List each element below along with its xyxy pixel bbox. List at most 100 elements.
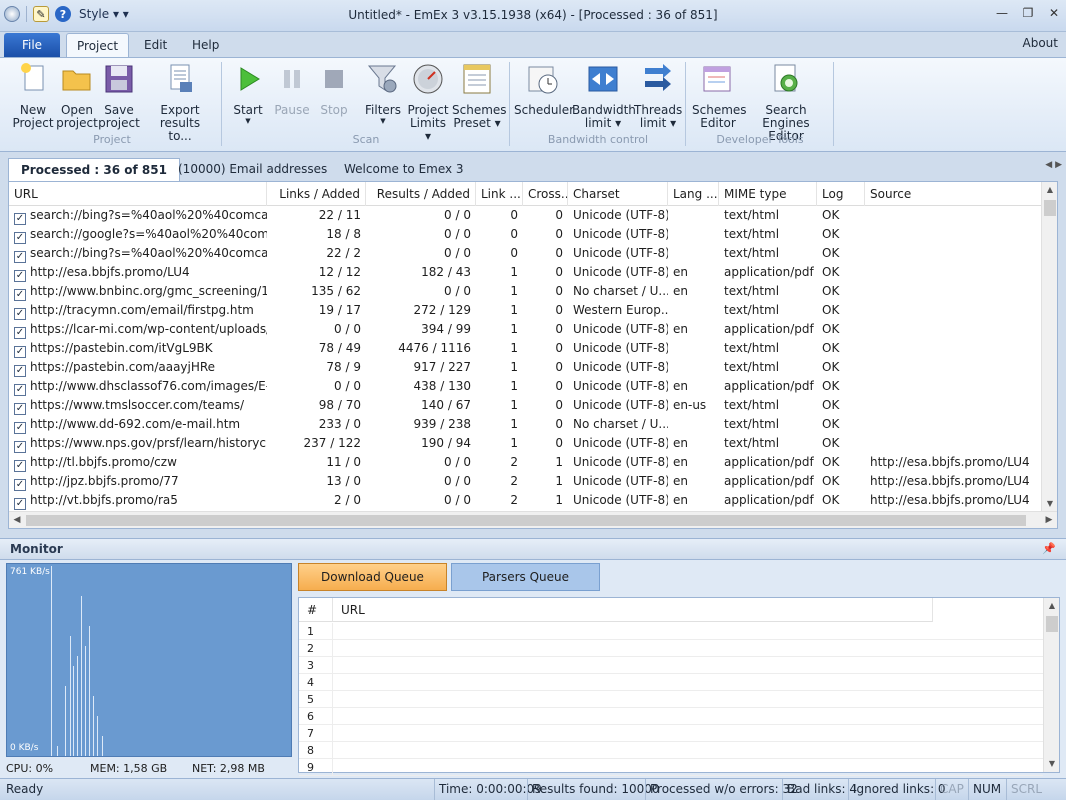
col-header-mime-type[interactable]: MIME type xyxy=(719,182,817,206)
row-checkbox[interactable]: ✓ xyxy=(14,422,26,434)
queue-row[interactable]: 5 xyxy=(299,691,1043,708)
tab-help[interactable]: Help xyxy=(182,33,229,58)
grid-horizontal-scrollbar[interactable]: ◀ ▶ xyxy=(9,511,1057,528)
maximize-button[interactable]: ❐ xyxy=(1020,6,1036,20)
pause-button[interactable]: Pause xyxy=(270,62,314,117)
tab-processed[interactable]: Processed : 36 of 851 xyxy=(8,158,180,181)
queue-row[interactable]: 4 xyxy=(299,674,1043,691)
scroll-down-icon[interactable]: ▼ xyxy=(1042,496,1058,512)
row-checkbox[interactable]: ✓ xyxy=(14,270,26,282)
queue-row[interactable]: 9 xyxy=(299,759,1043,776)
table-row[interactable]: ✓ http://vt.bbjfs.promo/ra5 2 / 0 0 / 0 2 1 Un… xyxy=(9,491,1043,510)
table-row[interactable]: ✓ search://bing?s=%40aol%20%40comcast... 2… xyxy=(9,206,1043,225)
close-button[interactable]: ✕ xyxy=(1046,6,1062,20)
tab-email-addresses[interactable]: (10000) Email addresses xyxy=(166,158,339,181)
tab-project[interactable]: Project xyxy=(66,33,130,58)
table-row[interactable]: ✓ https://lcar-mi.com/wp-content/uploads/… xyxy=(9,320,1043,339)
scroll-up-icon[interactable]: ▲ xyxy=(1044,598,1060,614)
table-row[interactable]: ✓ https://www.tmslsoccer.com/teams/98 / 7… xyxy=(9,396,1043,415)
table-row[interactable]: ✓ http://www.dhsclassof76.com/images/E-..… xyxy=(9,377,1043,396)
export-results-button[interactable]: Export results to... xyxy=(142,62,218,143)
scroll-thumb[interactable] xyxy=(1044,200,1056,216)
cell-cross: 0 xyxy=(555,341,563,355)
table-row[interactable]: ✓ http://esa.bbjfs.promo/LU4 12 / 12 182 / … xyxy=(9,263,1043,282)
tab-scroll-arrows[interactable]: ◀ ▶ xyxy=(1045,160,1062,170)
queue-row[interactable]: 6 xyxy=(299,708,1043,725)
pin-icon[interactable]: 📌 xyxy=(1042,542,1056,555)
queue-row[interactable]: 3 xyxy=(299,657,1043,674)
table-row[interactable]: ✓ http://www.dd-692.com/e-mail.htm 233 / 0… xyxy=(9,415,1043,434)
scheduler-button[interactable]: Scheduler xyxy=(514,62,574,117)
row-checkbox[interactable]: ✓ xyxy=(14,403,26,415)
col-header-cross[interactable]: Cross... xyxy=(523,182,568,206)
project-limits-button[interactable]: Project Limits ▾ xyxy=(406,62,450,143)
col-header-charset[interactable]: Charset xyxy=(568,182,668,206)
col-header-log[interactable]: Log xyxy=(817,182,865,206)
table-row[interactable]: ✓ http://www.bnbinc.org/gmc_screening/1..… xyxy=(9,282,1043,301)
cell-url: ✓ search://google?s=%40aol%20%40comca... xyxy=(9,225,267,244)
row-checkbox[interactable]: ✓ xyxy=(14,479,26,491)
col-header-results-added[interactable]: Results / Added xyxy=(366,182,476,206)
minimize-button[interactable]: — xyxy=(994,6,1010,20)
stop-button[interactable]: Stop xyxy=(312,62,356,117)
queue-row[interactable]: 1 xyxy=(299,623,1043,640)
open-project-button[interactable]: Open project xyxy=(56,62,98,130)
table-row[interactable]: ✓ search://google?s=%40aol%20%40comca... 1… xyxy=(9,225,1043,244)
queue-row[interactable]: 8 xyxy=(299,742,1043,759)
scroll-left-icon[interactable]: ◀ xyxy=(9,512,25,529)
threads-limit-button[interactable]: Threads limit ▾ xyxy=(634,62,682,130)
tab-edit[interactable]: Edit xyxy=(134,33,177,58)
table-row[interactable]: ✓ http://tl.bbjfs.promo/czw 11 / 0 0 / 0 2 1U… xyxy=(9,453,1043,472)
file-menu-button[interactable]: File xyxy=(4,33,60,57)
scroll-right-icon[interactable]: ▶ xyxy=(1041,512,1057,529)
filters-button[interactable]: Filters ▼ xyxy=(362,62,404,125)
grid-vertical-scrollbar[interactable]: ▲ ▼ xyxy=(1041,182,1057,512)
row-checkbox[interactable]: ✓ xyxy=(14,460,26,472)
col-header-source[interactable]: Source xyxy=(865,182,1043,206)
row-checkbox[interactable]: ✓ xyxy=(14,441,26,453)
ribbon-tabs: File Project Edit Help About xyxy=(0,32,1066,58)
row-checkbox[interactable]: ✓ xyxy=(14,308,26,320)
col-header-link-level[interactable]: Link ... xyxy=(476,182,523,206)
row-checkbox[interactable]: ✓ xyxy=(14,232,26,244)
row-checkbox[interactable]: ✓ xyxy=(14,213,26,225)
col-header-url[interactable]: URL xyxy=(9,182,267,206)
row-checkbox[interactable]: ✓ xyxy=(14,384,26,396)
schemes-editor-button[interactable]: Schemes Editor xyxy=(692,62,747,130)
row-checkbox[interactable]: ✓ xyxy=(14,251,26,263)
cell-url: ✓ http://tl.bbjfs.promo/czw xyxy=(9,453,267,472)
tab-welcome[interactable]: Welcome to Emex 3 xyxy=(332,158,476,181)
scroll-thumb[interactable] xyxy=(1046,616,1058,632)
col-header-lang[interactable]: Lang ... xyxy=(668,182,719,206)
bandwidth-limit-button[interactable]: Bandwidth limit ▾ xyxy=(572,62,636,130)
row-checkbox[interactable]: ✓ xyxy=(14,346,26,358)
table-row[interactable]: ✓ search://bing?s=%40aol%20%40comcast... 2… xyxy=(9,244,1043,263)
hscroll-thumb[interactable] xyxy=(26,515,1026,526)
table-row[interactable]: ✓ http://tracymn.com/email/firstpg.htm 19 … xyxy=(9,301,1043,320)
table-row[interactable]: ✓ https://pastebin.com/itVgL9BK 78 / 49 447… xyxy=(9,339,1043,358)
queue-col-url[interactable]: URL xyxy=(333,598,933,622)
row-checkbox[interactable]: ✓ xyxy=(14,498,26,510)
row-checkbox[interactable]: ✓ xyxy=(14,289,26,301)
queue-row[interactable]: 7 xyxy=(299,725,1043,742)
cell-charset: Unicode (UTF-8) xyxy=(573,436,668,450)
table-row[interactable]: ✓ https://www.nps.gov/prsf/learn/historyc… xyxy=(9,434,1043,453)
scroll-down-icon[interactable]: ▼ xyxy=(1044,756,1060,772)
table-row[interactable]: ✓ http://jpz.bbjfs.promo/77 13 / 0 0 / 0 2 1U… xyxy=(9,472,1043,491)
search-engines-editor-button[interactable]: Search Engines Editor xyxy=(744,62,828,143)
queue-col-number[interactable]: # xyxy=(299,598,333,622)
save-project-button[interactable]: Save project xyxy=(98,62,140,130)
row-checkbox[interactable]: ✓ xyxy=(14,327,26,339)
row-checkbox[interactable]: ✓ xyxy=(14,365,26,377)
download-queue-tab[interactable]: Download Queue xyxy=(298,563,447,591)
new-project-button[interactable]: New Project xyxy=(12,62,54,130)
table-row[interactable]: ✓ https://pastebin.com/aaayjHRe 78 / 9 917 … xyxy=(9,358,1043,377)
about-link[interactable]: About xyxy=(1023,36,1058,50)
col-header-links-added[interactable]: Links / Added xyxy=(267,182,366,206)
parsers-queue-tab[interactable]: Parsers Queue xyxy=(451,563,600,591)
schemes-preset-button[interactable]: Schemes Preset ▾ xyxy=(452,62,507,130)
queue-row[interactable]: 2 xyxy=(299,640,1043,657)
scroll-up-icon[interactable]: ▲ xyxy=(1042,182,1058,198)
start-button[interactable]: Start ▼ xyxy=(226,62,270,125)
queue-vertical-scrollbar[interactable]: ▲ ▼ xyxy=(1043,598,1059,772)
